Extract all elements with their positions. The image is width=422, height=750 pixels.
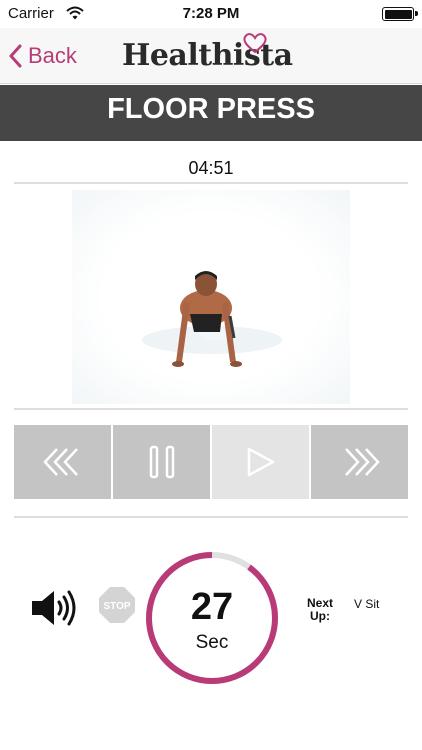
fast-forward-button[interactable] bbox=[311, 425, 408, 499]
heart-icon bbox=[243, 33, 267, 54]
exercise-title: FLOOR PRESS bbox=[107, 93, 315, 125]
clock: 7:28 PM bbox=[182, 5, 240, 22]
battery-icon bbox=[382, 7, 418, 21]
speaker-icon bbox=[32, 590, 76, 626]
divider bbox=[14, 516, 408, 518]
countdown-unit: Sec bbox=[195, 632, 229, 653]
chevron-left-icon bbox=[9, 44, 22, 68]
stop-button[interactable]: STOP bbox=[98, 586, 136, 629]
rewind-button[interactable] bbox=[14, 425, 111, 499]
divider bbox=[14, 182, 408, 184]
next-up-label: Next Up: bbox=[306, 596, 333, 623]
countdown-ring: 27 Sec bbox=[144, 550, 280, 686]
elapsed-timer: 04:51 bbox=[188, 158, 234, 178]
back-label: Back bbox=[28, 43, 77, 68]
exercise-figure bbox=[142, 271, 282, 367]
sound-toggle-button[interactable] bbox=[30, 588, 78, 633]
play-button[interactable] bbox=[212, 425, 309, 499]
fast-forward-icon bbox=[344, 448, 380, 476]
workout-status: STOP 27 Sec Next Up: V Sit bbox=[0, 540, 422, 700]
stop-sign-icon: STOP bbox=[99, 587, 135, 623]
next-exercise: V Sit bbox=[354, 597, 380, 611]
exercise-video[interactable] bbox=[72, 190, 350, 404]
pause-icon bbox=[149, 445, 174, 479]
back-button[interactable]: Back bbox=[8, 40, 77, 72]
divider bbox=[14, 408, 408, 410]
play-icon bbox=[247, 447, 274, 477]
exercise-title-bar: FLOOR PRESS bbox=[0, 85, 422, 141]
navigation-bar: Back Healthista bbox=[0, 28, 422, 84]
playback-controls bbox=[14, 425, 408, 499]
status-bar: Carrier 7:28 PM bbox=[0, 0, 422, 28]
rewind-icon bbox=[42, 448, 78, 476]
countdown-value: 27 bbox=[190, 586, 234, 628]
pause-button[interactable] bbox=[113, 425, 210, 499]
svg-text:STOP: STOP bbox=[103, 601, 130, 612]
healthista-logo: Healthista bbox=[122, 33, 302, 76]
